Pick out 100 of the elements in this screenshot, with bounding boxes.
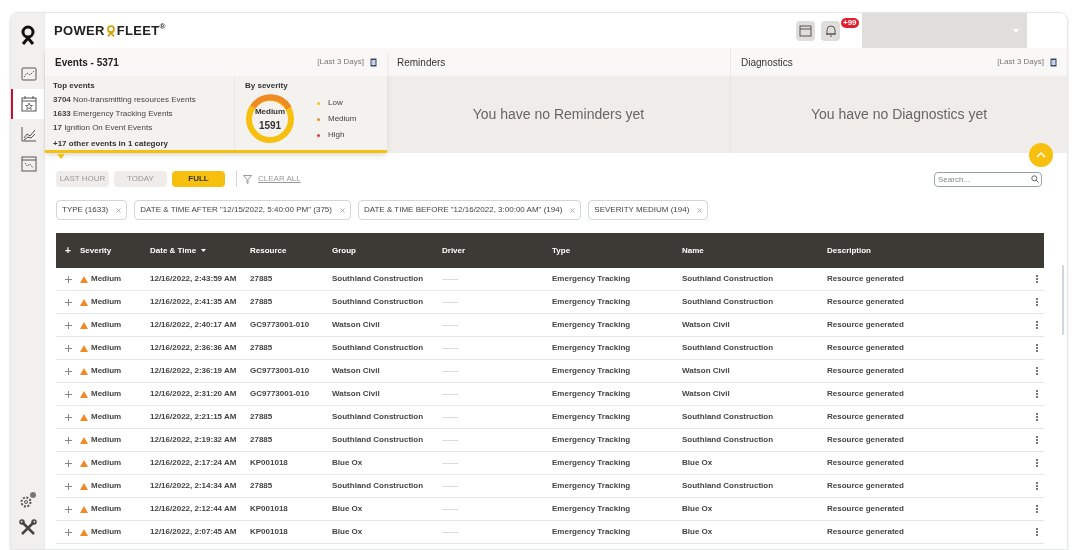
table-cell: Medium [91, 526, 122, 538]
table-cell: Medium [91, 388, 122, 400]
close-icon[interactable] [570, 207, 576, 213]
table-cell: Blue Ox [332, 457, 363, 469]
plus-icon[interactable] [64, 321, 72, 329]
clipboard-icon[interactable] [1050, 57, 1057, 67]
plus-icon[interactable] [64, 390, 72, 398]
plus-icon[interactable] [64, 505, 72, 513]
plus-icon[interactable] [64, 298, 72, 306]
close-icon[interactable] [116, 207, 122, 213]
table-cell: Southland Construction [682, 296, 774, 308]
table-cell: 12/16/2022, 2:17:24 AM [150, 457, 237, 469]
table-cell: GC9773001-010 [250, 388, 310, 400]
table-cell: 12/16/2022, 2:36:19 AM [150, 365, 237, 377]
notifications-button[interactable] [821, 20, 840, 41]
plus-icon[interactable] [64, 436, 72, 444]
table-cell: Watson Civil [682, 365, 730, 377]
search-icon [1031, 175, 1039, 183]
warning-icon [80, 344, 88, 352]
chart-icon [19, 125, 38, 143]
panel-title: Reminders [397, 55, 446, 70]
search-field[interactable]: Search... [934, 171, 1042, 187]
table-cell: Medium [91, 319, 122, 331]
table-cell: —— [442, 503, 458, 515]
table-cell: Emergency Tracking [552, 503, 631, 515]
table-cell: Southland Construction [332, 434, 424, 446]
warning-icon [80, 482, 88, 490]
logo-icon [19, 25, 36, 45]
plus-icon[interactable] [64, 482, 72, 490]
warning-icon [80, 528, 88, 536]
plus-icon[interactable] [64, 344, 72, 352]
table-cell: 12/16/2022, 2:19:32 AM [150, 434, 237, 446]
table-cell: Southland Construction [682, 273, 774, 285]
close-icon[interactable] [697, 207, 703, 213]
warning-icon [80, 390, 88, 398]
caret-icon [1013, 28, 1019, 33]
plus-icon[interactable] [64, 413, 72, 421]
table-cell: Watson Civil [332, 388, 380, 400]
table-cell: —— [442, 296, 458, 308]
chip-label: DATE & TIME AFTER "12/15/2022, 5:40:00 PM" (375) [140, 204, 332, 216]
plus-icon[interactable] [64, 367, 72, 375]
time-filter-tab[interactable]: FULL [172, 171, 225, 187]
table-cell: Watson Civil [332, 319, 380, 331]
top-event-entry: 17 Ignition On Event Events [53, 122, 154, 134]
table-cell: —— [442, 457, 458, 469]
donut-value: 1591 [258, 118, 282, 133]
table-cell: Emergency Tracking [552, 480, 631, 492]
sort-caret-icon[interactable] [201, 249, 207, 252]
table-cell: Medium [91, 503, 122, 515]
table-cell: Southland Construction [682, 342, 774, 354]
clipboard-icon[interactable] [370, 57, 377, 67]
table-cell: Resource generated [827, 503, 904, 515]
plus-icon[interactable] [64, 459, 72, 467]
calendar-nav-item[interactable] [11, 89, 44, 119]
column-header: Group [332, 244, 356, 257]
column-header: Severity [80, 244, 112, 257]
date-range: [Last 3 Days] [317, 56, 364, 68]
scrollbar [1062, 265, 1064, 335]
table-cell: 12/16/2022, 2:43:59 AM [150, 273, 237, 285]
close-icon[interactable] [339, 207, 345, 213]
table-cell: Southland Construction [682, 411, 774, 423]
table-cell: Blue Ox [332, 526, 363, 538]
tools-icon[interactable] [18, 519, 37, 537]
plus-icon[interactable] [64, 275, 72, 283]
filter-icon [243, 174, 252, 184]
table-cell: Southland Construction [682, 480, 774, 492]
table-cell: Southland Construction [332, 342, 424, 354]
table-cell: Watson Civil [682, 388, 730, 400]
calendar-icon [19, 95, 38, 113]
donut-label: Medium [254, 105, 286, 118]
table-cell: Emergency Tracking [552, 526, 631, 538]
warning-icon [80, 275, 88, 283]
table-cell: Blue Ox [682, 503, 713, 515]
panel-title: Diagnostics [741, 55, 793, 70]
table-cell: 12/16/2022, 2:12:44 AM [150, 503, 237, 515]
chevron-up-icon [1036, 152, 1046, 158]
expand-all-button[interactable]: + [56, 243, 80, 258]
table-cell: 27885 [250, 480, 273, 492]
table-cell: —— [442, 342, 458, 354]
monitor-button[interactable] [796, 20, 815, 41]
table-cell: Medium [91, 273, 122, 285]
plus-icon[interactable] [64, 528, 72, 536]
table-cell: Resource generated [827, 296, 904, 308]
gears-icon[interactable] [18, 491, 37, 509]
donut-drawing [245, 94, 295, 144]
table-cell: 27885 [250, 342, 273, 354]
table-cell: Resource generated [827, 273, 904, 285]
table-cell: —— [442, 526, 458, 538]
table-cell: Blue Ox [682, 526, 713, 538]
table-cell: KP001018 [250, 457, 288, 469]
table-cell: KP001018 [250, 526, 288, 538]
table-cell: Resource generated [827, 388, 904, 400]
table-cell: GC9773001-010 [250, 319, 310, 331]
column-header: Name [682, 244, 704, 257]
notification-badge: +99 [841, 17, 859, 28]
chip-label: TYPE (1633) [62, 204, 109, 216]
table-cell: GC9773001-010 [250, 365, 310, 377]
column-header[interactable]: Date & Time [150, 244, 197, 257]
table-cell: 27885 [250, 296, 273, 308]
table-cell: Watson Civil [682, 319, 730, 331]
